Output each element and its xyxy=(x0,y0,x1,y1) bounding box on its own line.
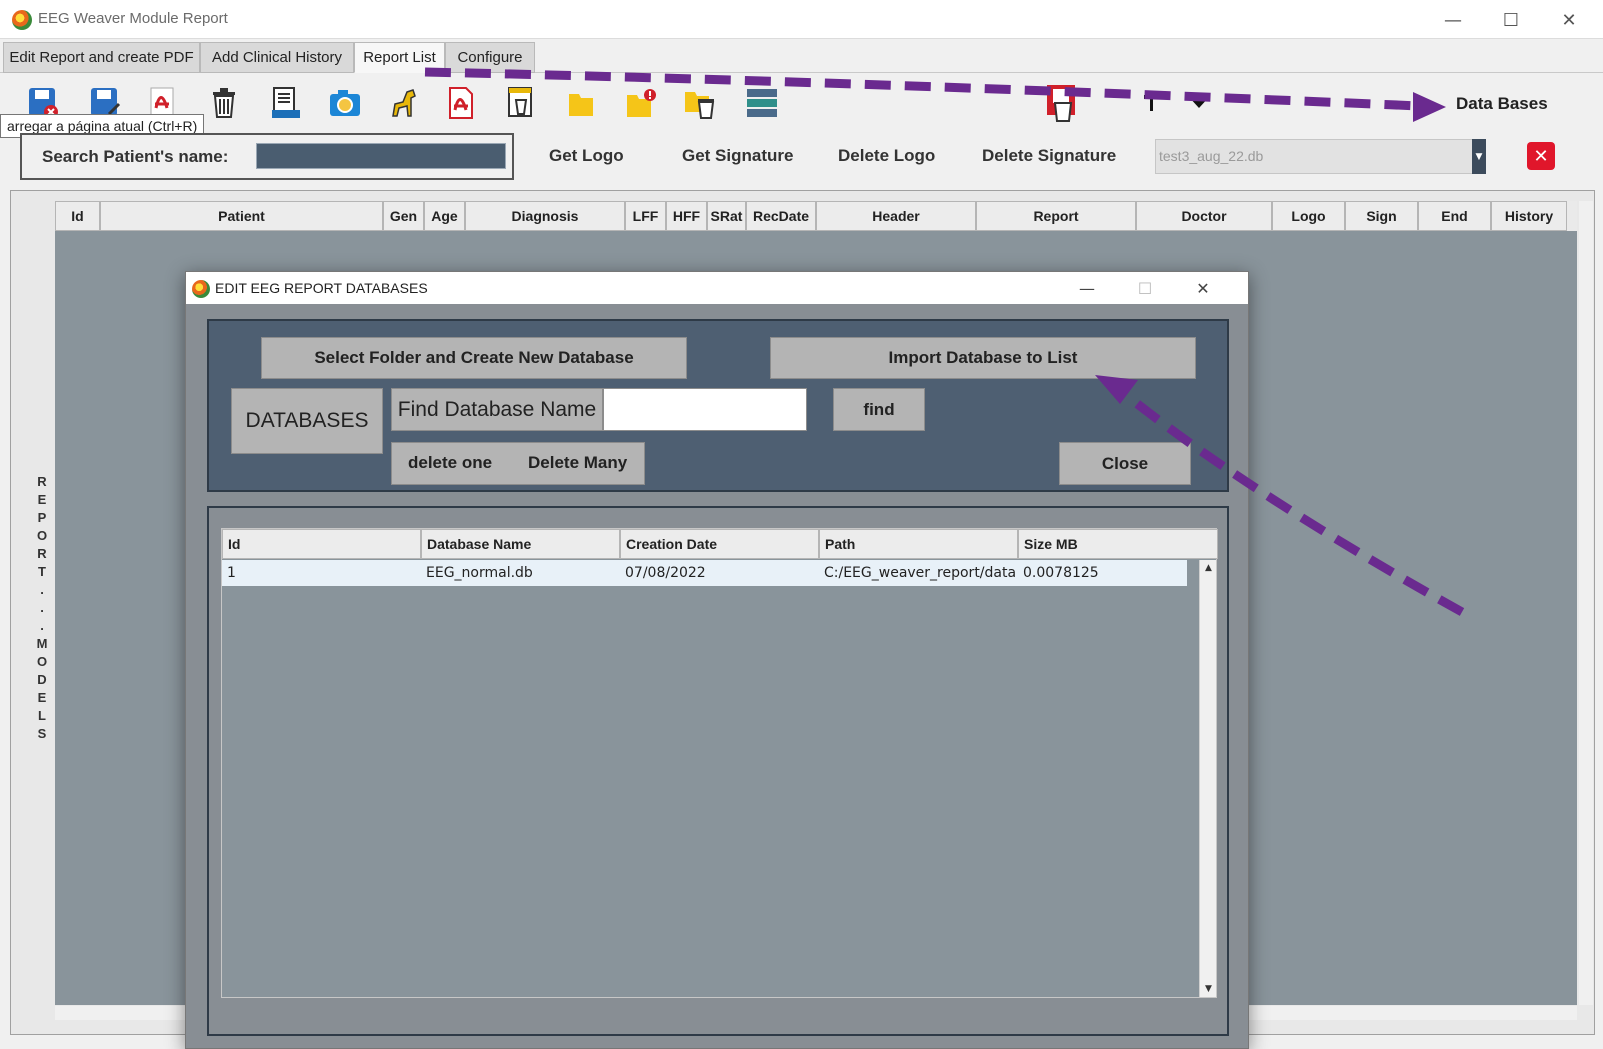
maximize-button[interactable]: ☐ xyxy=(1488,2,1534,38)
folder-alert-icon[interactable] xyxy=(622,83,658,123)
tab-edit-report[interactable]: Edit Report and create PDF xyxy=(3,42,200,73)
table-row[interactable]: 1 EEG_normal.db 07/08/2022 C:/EEG_weaver… xyxy=(222,560,1187,586)
scroll-up-icon[interactable]: ▲ xyxy=(1200,560,1217,576)
patient-search-input[interactable] xyxy=(256,143,506,169)
column-header[interactable]: Diagnosis xyxy=(465,201,625,231)
pdf-icon[interactable] xyxy=(443,83,479,123)
tab-bar: Edit Report and create PDF Add Clinical … xyxy=(0,39,1603,73)
database-delete-icon[interactable] xyxy=(1042,83,1082,123)
tab-configure[interactable]: Configure xyxy=(445,42,535,73)
column-header[interactable]: Age xyxy=(424,201,465,231)
search-label: Search Patient's name: xyxy=(42,147,229,166)
cell-database-name: EEG_normal.db xyxy=(426,565,533,581)
toolbar xyxy=(0,73,1603,133)
column-header[interactable]: HFF xyxy=(666,201,707,231)
database-select-value: test3_aug_22.db xyxy=(1159,148,1264,164)
dialog-minimize-button[interactable]: — xyxy=(1064,272,1110,304)
import-database-button[interactable]: Import Database to List xyxy=(770,337,1196,379)
column-header-database-name[interactable]: Database Name xyxy=(421,529,620,559)
pin-icon[interactable] xyxy=(1136,83,1166,123)
column-header[interactable]: Gen xyxy=(383,201,424,231)
column-header[interactable]: Patient xyxy=(100,201,383,231)
database-select[interactable]: test3_aug_22.db xyxy=(1155,139,1473,174)
delete-logo-button[interactable]: Delete Logo xyxy=(838,146,935,166)
column-header-creation-date[interactable]: Creation Date xyxy=(620,529,819,559)
column-header[interactable]: SRat xyxy=(707,201,746,231)
column-header[interactable]: History xyxy=(1491,201,1567,231)
delete-many-button[interactable]: Delete Many xyxy=(528,453,627,473)
column-header[interactable]: RecDate xyxy=(746,201,816,231)
camera-icon[interactable] xyxy=(327,83,363,123)
folder-delete-icon[interactable] xyxy=(682,83,718,123)
column-header[interactable]: End xyxy=(1418,201,1491,231)
delete-signature-button[interactable]: Delete Signature xyxy=(982,146,1116,166)
column-header[interactable]: Sign xyxy=(1345,201,1418,231)
trash-icon[interactable] xyxy=(206,83,242,123)
dialog-titlebar: EDIT EEG REPORT DATABASES — ☐ ✕ xyxy=(186,272,1248,304)
horse-icon[interactable] xyxy=(386,83,422,123)
database-list-icon[interactable] xyxy=(744,83,780,123)
tab-add-clinical-history[interactable]: Add Clinical History xyxy=(200,42,354,73)
cell-id: 1 xyxy=(227,565,236,581)
database-table-scrollbar[interactable]: ▲ ▼ xyxy=(1199,560,1216,997)
dialog-maximize-button[interactable]: ☐ xyxy=(1122,272,1168,304)
window-title: EEG Weaver Module Report xyxy=(38,10,228,27)
close-dialog-button[interactable]: Close xyxy=(1059,442,1191,485)
column-header[interactable]: Id xyxy=(55,201,100,231)
window-titlebar: EEG Weaver Module Report — ☐ ✕ xyxy=(0,0,1603,39)
column-header[interactable]: Report xyxy=(976,201,1136,231)
find-database-input[interactable] xyxy=(603,388,807,431)
minimize-button[interactable]: — xyxy=(1430,2,1476,38)
delete-actions-group: delete one Delete Many xyxy=(391,442,645,485)
column-header[interactable]: LFF xyxy=(625,201,666,231)
databases-label: DATABASES xyxy=(231,388,383,454)
database-select-arrow-icon[interactable]: ▼ xyxy=(1472,139,1486,174)
get-logo-button[interactable]: Get Logo xyxy=(549,146,624,166)
dialog-close-window-button[interactable]: ✕ xyxy=(1180,272,1226,304)
scroll-down-icon[interactable]: ▼ xyxy=(1200,981,1217,997)
create-database-button[interactable]: Select Folder and Create New Database xyxy=(261,337,687,379)
clear-database-button[interactable]: ✕ xyxy=(1527,142,1555,170)
dialog-controls-panel: Select Folder and Create New Database Im… xyxy=(207,319,1229,492)
report-models-side-label[interactable]: REPORT...MODELS xyxy=(27,201,57,1016)
column-header-path[interactable]: Path xyxy=(819,529,1018,559)
dialog-logo-icon xyxy=(192,280,210,298)
document-delete-icon[interactable] xyxy=(503,83,539,123)
folder-icon[interactable] xyxy=(563,83,599,123)
report-vertical-scrollbar[interactable] xyxy=(1579,201,1593,1005)
find-button[interactable]: find xyxy=(833,388,925,431)
app-logo-icon xyxy=(12,10,32,30)
column-header-id[interactable]: Id xyxy=(222,529,421,559)
cell-creation-date: 07/08/2022 xyxy=(625,565,706,581)
get-signature-button[interactable]: Get Signature xyxy=(682,146,793,166)
edit-databases-dialog: EDIT EEG REPORT DATABASES — ☐ ✕ Select F… xyxy=(185,271,1249,1049)
report-grid-header: Id Patient Gen Age Diagnosis LFF HFF SRa… xyxy=(55,201,1577,231)
databases-link[interactable]: Data Bases xyxy=(1456,94,1548,114)
column-header-size[interactable]: Size MB xyxy=(1018,529,1218,559)
search-panel: Search Patient's name: xyxy=(20,133,514,180)
close-window-button[interactable]: ✕ xyxy=(1546,2,1592,38)
column-header[interactable]: Header xyxy=(816,201,976,231)
dialog-title: EDIT EEG REPORT DATABASES xyxy=(215,280,428,296)
database-list-panel: Id Database Name Creation Date Path Size… xyxy=(207,506,1229,1036)
report-print-icon[interactable] xyxy=(268,83,304,123)
tab-report-list[interactable]: Report List xyxy=(354,42,445,73)
cell-path: C:/EEG_weaver_report/data xyxy=(824,565,1017,581)
column-header[interactable]: Doctor xyxy=(1136,201,1272,231)
dropdown-arrow-icon[interactable] xyxy=(1184,83,1214,123)
find-database-label: Find Database Name xyxy=(391,388,603,431)
column-header[interactable]: Logo xyxy=(1272,201,1345,231)
database-table-header: Id Database Name Creation Date Path Size… xyxy=(222,529,1218,559)
cell-size: 0.0078125 xyxy=(1023,565,1099,581)
database-table: Id Database Name Creation Date Path Size… xyxy=(221,528,1218,998)
delete-one-button[interactable]: delete one xyxy=(408,453,492,473)
report-models-label-text: REPORT...MODELS xyxy=(34,473,50,744)
